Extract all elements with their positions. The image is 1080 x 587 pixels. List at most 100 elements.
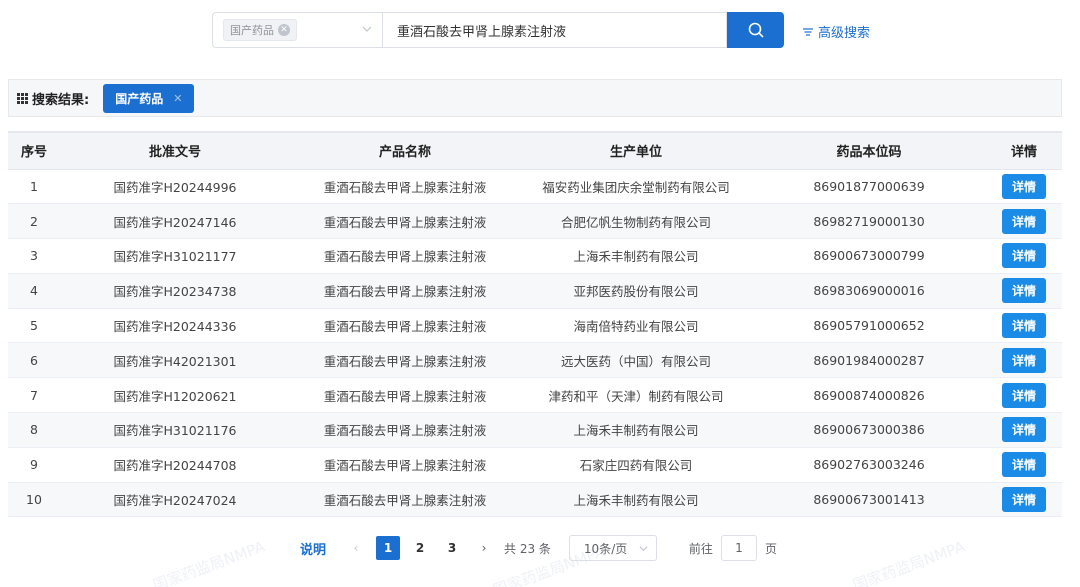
cell-name: 重酒石酸去甲肾上腺素注射液 — [290, 342, 520, 379]
cell-detail: 详情 — [986, 447, 1062, 483]
cell-no: 3 — [8, 238, 60, 274]
table-row: 8 国药准字H31021176 重酒石酸去甲肾上腺素注射液 上海禾丰制药有限公司 869… — [8, 412, 1062, 448]
cell-no: 6 — [8, 342, 60, 379]
cell-maker: 远大医药（中国）有限公司 — [520, 342, 752, 379]
cell-approval: 国药准字H31021177 — [60, 238, 290, 274]
cell-code: 86900673000799 — [752, 238, 986, 274]
table-row: 10 国药准字H20247024 重酒石酸去甲肾上腺素注射液 上海禾丰制药有限公司 86… — [8, 482, 1062, 518]
category-chip-label: 国产药品 — [230, 24, 274, 37]
cell-approval: 国药准字H12020621 — [60, 377, 290, 414]
table-row: 5 国药准字H20244336 重酒石酸去甲肾上腺素注射液 海南倍特药业有限公司 869… — [8, 308, 1062, 344]
cell-code: 86905791000652 — [752, 308, 986, 344]
cell-code: 86902763003246 — [752, 447, 986, 483]
cell-name: 重酒石酸去甲肾上腺素注射液 — [290, 377, 520, 414]
page-size-select[interactable]: 10条/页 — [568, 535, 657, 561]
chevron-down-icon — [639, 545, 648, 551]
page-3[interactable]: 3 — [440, 536, 464, 560]
cell-name: 重酒石酸去甲肾上腺素注射液 — [290, 273, 520, 309]
table-row: 9 国药准字H20244708 重酒石酸去甲肾上腺素注射液 石家庄四药有限公司 8690… — [8, 447, 1062, 483]
cell-detail: 详情 — [986, 377, 1062, 414]
table-row: 6 国药准字H42021301 重酒石酸去甲肾上腺素注射液 远大医药（中国）有限公司 8… — [8, 342, 1062, 379]
cell-no: 2 — [8, 203, 60, 240]
table-header-row: 序号 批准文号 产品名称 生产单位 药品本位码 详情 — [8, 131, 1062, 170]
cell-no: 8 — [8, 412, 60, 448]
cell-maker: 上海禾丰制药有限公司 — [520, 482, 752, 518]
cell-no: 9 — [8, 447, 60, 483]
filter-icon — [803, 27, 813, 36]
cell-detail: 详情 — [986, 412, 1062, 448]
cell-detail: 详情 — [986, 203, 1062, 240]
table-row: 7 国药准字H12020621 重酒石酸去甲肾上腺素注射液 津药和平（天津）制药有限公… — [8, 377, 1062, 414]
cell-detail: 详情 — [986, 308, 1062, 344]
total-count: 共 23 条 — [504, 541, 551, 556]
header-approval: 批准文号 — [60, 131, 290, 170]
table-row: 1 国药准字H20244996 重酒石酸去甲肾上腺素注射液 福安药业集团庆余堂制药有限… — [8, 169, 1062, 205]
cell-maker: 亚邦医药股份有限公司 — [520, 273, 752, 309]
cell-code: 86901877000639 — [752, 169, 986, 205]
cell-no: 1 — [8, 169, 60, 205]
table-row: 3 国药准字H31021177 重酒石酸去甲肾上腺素注射液 上海禾丰制药有限公司 869… — [8, 238, 1062, 274]
cell-detail: 详情 — [986, 169, 1062, 205]
cell-detail: 详情 — [986, 273, 1062, 309]
result-label: 搜索结果: — [17, 89, 89, 108]
cell-name: 重酒石酸去甲肾上腺素注射液 — [290, 203, 520, 240]
detail-button[interactable]: 详情 — [1001, 487, 1046, 513]
cell-code: 86982719000130 — [752, 203, 986, 240]
result-label-text: 搜索结果: — [32, 92, 90, 108]
cell-code: 86900874000826 — [752, 377, 986, 414]
cell-maker: 石家庄四药有限公司 — [520, 447, 752, 483]
page-2[interactable]: 2 — [408, 536, 432, 560]
chip-close-icon[interactable]: ✕ — [278, 24, 290, 36]
detail-button[interactable]: 详情 — [1001, 313, 1046, 339]
detail-button[interactable]: 详情 — [1001, 347, 1046, 373]
cell-name: 重酒石酸去甲肾上腺素注射液 — [290, 482, 520, 518]
close-icon[interactable]: ✕ — [173, 92, 182, 105]
detail-button[interactable]: 详情 — [1001, 452, 1046, 478]
category-select[interactable]: 国产药品 ✕ — [212, 12, 382, 48]
cell-approval: 国药准字H31021176 — [60, 412, 290, 448]
next-page-icon[interactable]: › — [472, 536, 496, 560]
results-table: 序号 批准文号 产品名称 生产单位 药品本位码 详情 1 国药准字H2024499… — [8, 131, 1062, 518]
search-input[interactable] — [382, 12, 727, 48]
detail-button[interactable]: 详情 — [1001, 243, 1046, 269]
cell-approval: 国药准字H20244336 — [60, 308, 290, 344]
cell-maker: 海南倍特药业有限公司 — [520, 308, 752, 344]
cell-name: 重酒石酸去甲肾上腺素注射液 — [290, 308, 520, 344]
cell-name: 重酒石酸去甲肾上腺素注射液 — [290, 447, 520, 483]
cell-maker: 津药和平（天津）制药有限公司 — [520, 377, 752, 414]
cell-name: 重酒石酸去甲肾上腺素注射液 — [290, 169, 520, 205]
search-bar: 国产药品 ✕ — [212, 12, 784, 48]
prev-page-icon[interactable]: ‹ — [344, 536, 368, 560]
page-1[interactable]: 1 — [376, 536, 401, 560]
detail-button[interactable]: 详情 — [1001, 173, 1046, 199]
detail-button[interactable]: 详情 — [1001, 208, 1046, 234]
cell-no: 7 — [8, 377, 60, 414]
search-icon — [748, 22, 764, 38]
goto-label: 前往 — [688, 541, 713, 556]
detail-button[interactable]: 详情 — [1001, 382, 1046, 408]
header-code: 药品本位码 — [752, 131, 986, 170]
header-name: 产品名称 — [290, 131, 520, 170]
cell-name: 重酒石酸去甲肾上腺素注射液 — [290, 412, 520, 448]
cell-code: 86900673000386 — [752, 412, 986, 448]
detail-button[interactable]: 详情 — [1001, 278, 1046, 304]
search-button[interactable] — [727, 12, 784, 48]
category-chip: 国产药品 ✕ — [223, 19, 297, 41]
cell-code: 86901984000287 — [752, 342, 986, 379]
table-row: 2 国药准字H20247146 重酒石酸去甲肾上腺素注射液 合肥亿帆生物制药有限公司 8… — [8, 203, 1062, 240]
watermark: 国家药监局NMPA — [850, 537, 968, 587]
goto-page-input[interactable] — [720, 535, 757, 561]
advanced-search-link[interactable]: 高级搜索 — [802, 22, 870, 41]
table-row: 4 国药准字H20234738 重酒石酸去甲肾上腺素注射液 亚邦医药股份有限公司 869… — [8, 273, 1062, 309]
cell-no: 5 — [8, 308, 60, 344]
cell-approval: 国药准字H20247146 — [60, 203, 290, 240]
cell-code: 86983069000016 — [752, 273, 986, 309]
detail-button[interactable]: 详情 — [1001, 417, 1046, 443]
result-filter-tag[interactable]: 国产药品 ✕ — [103, 83, 195, 113]
result-bar: 搜索结果: 国产药品 ✕ — [8, 79, 1062, 117]
watermark: 国家药监局NMPA — [150, 537, 268, 587]
note-link[interactable]: 说明 — [300, 539, 326, 558]
cell-approval: 国药准字H20244708 — [60, 447, 290, 483]
cell-approval: 国药准字H20247024 — [60, 482, 290, 518]
cell-approval: 国药准字H20244996 — [60, 169, 290, 205]
